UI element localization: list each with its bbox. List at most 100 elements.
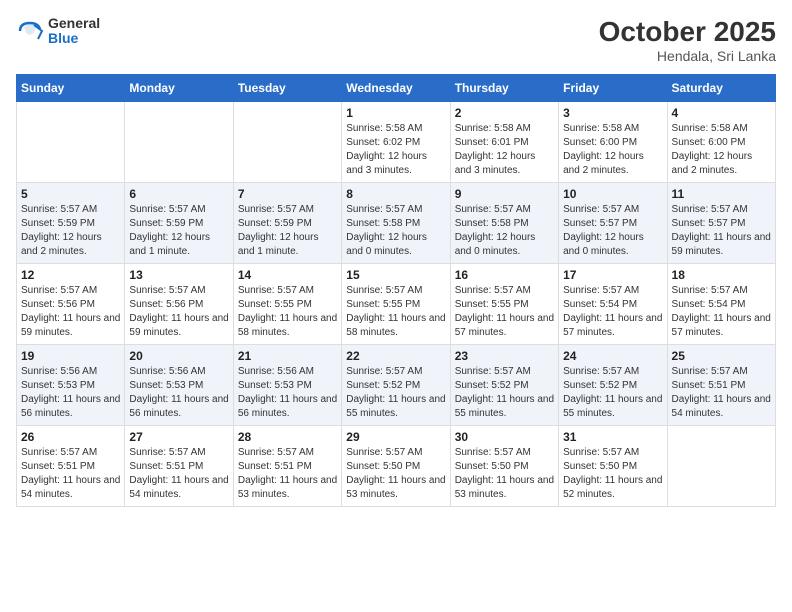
calendar-cell: 31 Sunrise: 5:57 AMSunset: 5:50 PMDayligh… [559,426,667,507]
calendar-table: SundayMondayTuesdayWednesdayThursdayFrid… [16,74,776,507]
day-info: Sunrise: 5:58 AMSunset: 6:00 PMDaylight:… [563,122,662,178]
day-number: 15 [346,268,445,282]
day-number: 24 [563,349,662,363]
calendar-cell [233,102,341,183]
day-info: Sunrise: 5:57 AMSunset: 5:51 PMDaylight:… [238,446,337,502]
day-info: Sunrise: 5:58 AMSunset: 6:00 PMDaylight:… [672,122,771,178]
calendar-cell: 19 Sunrise: 5:56 AMSunset: 5:53 PMDayligh… [17,345,125,426]
day-number: 6 [129,187,228,201]
day-info: Sunrise: 5:57 AMSunset: 5:55 PMDaylight:… [346,284,445,340]
day-info: Sunrise: 5:57 AMSunset: 5:52 PMDaylight:… [346,365,445,421]
calendar-cell: 24 Sunrise: 5:57 AMSunset: 5:52 PMDayligh… [559,345,667,426]
day-number: 23 [455,349,554,363]
calendar-cell [17,102,125,183]
calendar-week-row: 5 Sunrise: 5:57 AMSunset: 5:59 PMDaylight… [17,183,776,264]
calendar-cell [667,426,775,507]
day-number: 2 [455,106,554,120]
calendar-cell: 8 Sunrise: 5:57 AMSunset: 5:58 PMDaylight… [342,183,450,264]
day-number: 20 [129,349,228,363]
day-number: 21 [238,349,337,363]
day-number: 3 [563,106,662,120]
calendar-cell: 16 Sunrise: 5:57 AMSunset: 5:55 PMDayligh… [450,264,558,345]
calendar-week-row: 1Sunrise: 5:58 AMSunset: 6:02 PMDaylight… [17,102,776,183]
day-info: Sunrise: 5:56 AMSunset: 5:53 PMDaylight:… [21,365,120,421]
day-number: 12 [21,268,120,282]
calendar-body: 1Sunrise: 5:58 AMSunset: 6:02 PMDaylight… [17,102,776,507]
day-info: Sunrise: 5:57 AMSunset: 5:54 PMDaylight:… [672,284,771,340]
day-number: 1 [346,106,445,120]
calendar-header: SundayMondayTuesdayWednesdayThursdayFrid… [17,75,776,102]
day-number: 22 [346,349,445,363]
calendar-cell: 4 Sunrise: 5:58 AMSunset: 6:00 PMDaylight… [667,102,775,183]
day-number: 31 [563,430,662,444]
calendar-cell [125,102,233,183]
calendar-cell: 22 Sunrise: 5:57 AMSunset: 5:52 PMDayligh… [342,345,450,426]
calendar-week-row: 19 Sunrise: 5:56 AMSunset: 5:53 PMDayligh… [17,345,776,426]
calendar-cell: 30 Sunrise: 5:57 AMSunset: 5:50 PMDayligh… [450,426,558,507]
day-info: Sunrise: 5:57 AMSunset: 5:51 PMDaylight:… [672,365,771,421]
page-header: General Blue October 2025 Hendala, Sri L… [16,16,776,64]
calendar-cell: 25 Sunrise: 5:57 AMSunset: 5:51 PMDayligh… [667,345,775,426]
logo: General Blue [16,16,100,47]
calendar-cell: 21 Sunrise: 5:56 AMSunset: 5:53 PMDayligh… [233,345,341,426]
day-number: 25 [672,349,771,363]
day-number: 16 [455,268,554,282]
day-info: Sunrise: 5:57 AMSunset: 5:57 PMDaylight:… [563,203,662,259]
weekday-header: Saturday [667,75,775,102]
weekday-header: Friday [559,75,667,102]
day-number: 11 [672,187,771,201]
weekday-header: Monday [125,75,233,102]
day-info: Sunrise: 5:56 AMSunset: 5:53 PMDaylight:… [238,365,337,421]
weekday-header: Tuesday [233,75,341,102]
calendar-cell: 15 Sunrise: 5:57 AMSunset: 5:55 PMDayligh… [342,264,450,345]
day-info: Sunrise: 5:58 AMSunset: 6:01 PMDaylight:… [455,122,554,178]
calendar-cell: 9 Sunrise: 5:57 AMSunset: 5:58 PMDaylight… [450,183,558,264]
day-number: 14 [238,268,337,282]
day-number: 27 [129,430,228,444]
calendar-cell: 17 Sunrise: 5:57 AMSunset: 5:54 PMDayligh… [559,264,667,345]
calendar-cell: 18Sunrise: 5:57 AMSunset: 5:54 PMDayligh… [667,264,775,345]
day-info: Sunrise: 5:57 AMSunset: 5:51 PMDaylight:… [21,446,120,502]
day-info: Sunrise: 5:57 AMSunset: 5:59 PMDaylight:… [129,203,228,259]
day-number: 19 [21,349,120,363]
logo-icon [16,17,44,45]
weekday-header: Thursday [450,75,558,102]
calendar-cell: 7Sunrise: 5:57 AMSunset: 5:59 PMDaylight… [233,183,341,264]
weekday-header: Sunday [17,75,125,102]
day-info: Sunrise: 5:57 AMSunset: 5:59 PMDaylight:… [21,203,120,259]
weekday-header: Wednesday [342,75,450,102]
day-number: 30 [455,430,554,444]
day-info: Sunrise: 5:57 AMSunset: 5:57 PMDaylight:… [672,203,771,259]
day-info: Sunrise: 5:56 AMSunset: 5:53 PMDaylight:… [129,365,228,421]
day-info: Sunrise: 5:57 AMSunset: 5:55 PMDaylight:… [455,284,554,340]
day-number: 9 [455,187,554,201]
calendar-cell: 12Sunrise: 5:57 AMSunset: 5:56 PMDayligh… [17,264,125,345]
day-number: 17 [563,268,662,282]
day-number: 5 [21,187,120,201]
day-info: Sunrise: 5:57 AMSunset: 5:58 PMDaylight:… [346,203,445,259]
day-info: Sunrise: 5:57 AMSunset: 5:54 PMDaylight:… [563,284,662,340]
calendar-week-row: 12Sunrise: 5:57 AMSunset: 5:56 PMDayligh… [17,264,776,345]
header-row: SundayMondayTuesdayWednesdayThursdayFrid… [17,75,776,102]
day-info: Sunrise: 5:57 AMSunset: 5:50 PMDaylight:… [455,446,554,502]
day-info: Sunrise: 5:57 AMSunset: 5:58 PMDaylight:… [455,203,554,259]
location-title: Hendala, Sri Lanka [599,48,776,64]
calendar-cell: 13Sunrise: 5:57 AMSunset: 5:56 PMDayligh… [125,264,233,345]
day-number: 4 [672,106,771,120]
calendar-cell: 2 Sunrise: 5:58 AMSunset: 6:01 PMDaylight… [450,102,558,183]
calendar-cell: 27Sunrise: 5:57 AMSunset: 5:51 PMDayligh… [125,426,233,507]
calendar-cell: 23Sunrise: 5:57 AMSunset: 5:52 PMDayligh… [450,345,558,426]
logo-blue: Blue [48,31,100,46]
calendar-cell: 5 Sunrise: 5:57 AMSunset: 5:59 PMDaylight… [17,183,125,264]
calendar-cell: 10 Sunrise: 5:57 AMSunset: 5:57 PMDayligh… [559,183,667,264]
day-number: 10 [563,187,662,201]
calendar-week-row: 26Sunrise: 5:57 AMSunset: 5:51 PMDayligh… [17,426,776,507]
day-number: 13 [129,268,228,282]
day-info: Sunrise: 5:57 AMSunset: 5:52 PMDaylight:… [563,365,662,421]
day-info: Sunrise: 5:57 AMSunset: 5:50 PMDaylight:… [563,446,662,502]
calendar-cell: 26Sunrise: 5:57 AMSunset: 5:51 PMDayligh… [17,426,125,507]
calendar-cell: 3 Sunrise: 5:58 AMSunset: 6:00 PMDaylight… [559,102,667,183]
logo-text: General Blue [48,16,100,47]
day-number: 8 [346,187,445,201]
calendar-cell: 28Sunrise: 5:57 AMSunset: 5:51 PMDayligh… [233,426,341,507]
